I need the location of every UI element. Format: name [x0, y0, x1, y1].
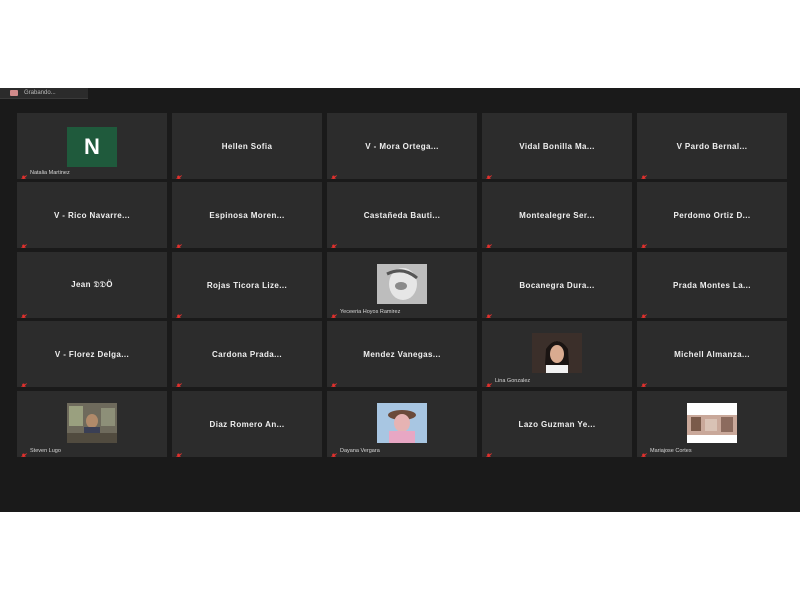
participant-name: Espinosa Moren...	[209, 210, 285, 220]
participant-name: Mendez Vanegas...	[363, 349, 441, 359]
microphone-muted-icon	[485, 308, 492, 318]
microphone-muted-icon	[175, 169, 182, 179]
microphone-muted-icon	[330, 377, 337, 387]
participant-name: Hellen Sofia	[221, 141, 273, 151]
avatar: N	[67, 127, 117, 167]
microphone-muted-icon	[175, 238, 182, 248]
participant-tile[interactable]: Lazo Guzman Ye...	[482, 391, 632, 457]
microphone-muted-icon	[20, 308, 27, 318]
microphone-muted-icon	[485, 169, 492, 179]
microphone-muted-icon	[485, 377, 492, 387]
participant-name: Jean 𝔇𝔇Ö	[71, 280, 113, 289]
participant-name: Michell Almanza...	[674, 349, 750, 359]
participant-name: Perdomo Ortiz D...	[673, 210, 751, 220]
recording-icon	[10, 90, 18, 96]
participant-name: Lina Gonzalez	[495, 378, 531, 384]
participant-video	[687, 403, 737, 443]
participant-tile[interactable]: Mendez Vanegas...	[327, 321, 477, 387]
participant-tile[interactable]: Perdomo Ortiz D...	[637, 182, 787, 248]
participant-name: Dayana Vergara	[340, 448, 380, 454]
participant-name: Cardona Prada...	[212, 349, 282, 359]
participant-name: Vidal Bonilla Ma...	[519, 141, 595, 151]
participant-tile[interactable]: V - Mora Ortega...	[327, 113, 477, 179]
participant-name: Bocanegra Dura...	[519, 280, 595, 290]
microphone-muted-icon	[640, 308, 647, 318]
participant-name: Mariajose Cortes	[650, 448, 692, 454]
participant-tile[interactable]: Jean 𝔇𝔇Ö	[17, 252, 167, 318]
participant-name: Lazo Guzman Ye...	[518, 419, 596, 429]
participant-tile[interactable]: Diaz Romero An...	[172, 391, 322, 457]
participant-name: Montealegre Ser...	[519, 210, 595, 220]
participant-tile[interactable]: Hellen Sofia	[172, 113, 322, 179]
participant-name: V - Mora Ortega...	[365, 141, 439, 151]
participant-tile[interactable]: Yeceeria Hoyos Ramirez	[327, 252, 477, 318]
microphone-muted-icon	[175, 447, 182, 457]
microphone-muted-icon	[330, 238, 337, 248]
participant-name: V - Rico Navarre...	[53, 210, 131, 220]
participant-video	[377, 403, 427, 443]
microphone-muted-icon	[20, 447, 27, 457]
microphone-muted-icon	[485, 238, 492, 248]
microphone-muted-icon	[330, 308, 337, 318]
microphone-muted-icon	[20, 377, 27, 387]
participant-video	[67, 403, 117, 443]
participant-tile[interactable]: Espinosa Moren...	[172, 182, 322, 248]
participant-name: Diaz Romero An...	[209, 419, 285, 429]
recording-tab-label: Grabando...	[24, 90, 56, 96]
microphone-muted-icon	[485, 447, 492, 457]
participant-tile[interactable]: V - Rico Navarre...	[17, 182, 167, 248]
microphone-muted-icon	[640, 169, 647, 179]
participant-name: Prada Montes La...	[673, 280, 751, 290]
participant-tile[interactable]: Prada Montes La...	[637, 252, 787, 318]
microphone-muted-icon	[20, 169, 27, 179]
recording-tab[interactable]: Grabando...	[0, 88, 88, 99]
participant-tile[interactable]: Michell Almanza...	[637, 321, 787, 387]
participant-tile[interactable]: Mariajose Cortes	[637, 391, 787, 457]
participant-tile[interactable]: Montealegre Ser...	[482, 182, 632, 248]
participant-video	[377, 264, 427, 304]
participant-video	[532, 333, 582, 373]
participant-name: V - Florez Delga...	[54, 349, 130, 359]
participant-tile[interactable]: Dayana Vergara	[327, 391, 477, 457]
participant-tile[interactable]: Bocanegra Dura...	[482, 252, 632, 318]
microphone-muted-icon	[175, 377, 182, 387]
participant-tile[interactable]: N Natalia Martinez	[17, 113, 167, 179]
participant-tile[interactable]: Lina Gonzalez	[482, 321, 632, 387]
participant-name: Castañeda Bauti...	[363, 210, 441, 220]
microphone-muted-icon	[330, 447, 337, 457]
participant-tile[interactable]: Vidal Bonilla Ma...	[482, 113, 632, 179]
zoom-gallery-window: Grabando... N Natalia Martinez Hellen Sofi…	[0, 88, 800, 512]
microphone-muted-icon	[640, 238, 647, 248]
microphone-muted-icon	[20, 238, 27, 248]
participant-tile[interactable]: Steven Lugo	[17, 391, 167, 457]
microphone-muted-icon	[175, 308, 182, 318]
participant-name: Rojas Ticora Lize...	[206, 280, 288, 290]
participant-tile[interactable]: V Pardo Bernal...	[637, 113, 787, 179]
participant-name: Steven Lugo	[30, 448, 61, 454]
microphone-muted-icon	[330, 169, 337, 179]
participant-name: Yeceeria Hoyos Ramirez	[340, 309, 401, 315]
microphone-muted-icon	[640, 447, 647, 457]
participant-name: Natalia Martinez	[30, 170, 70, 176]
participant-name: V Pardo Bernal...	[676, 141, 748, 151]
participant-tile[interactable]: Rojas Ticora Lize...	[172, 252, 322, 318]
participant-tile[interactable]: Cardona Prada...	[172, 321, 322, 387]
microphone-muted-icon	[640, 377, 647, 387]
participant-tile[interactable]: V - Florez Delga...	[17, 321, 167, 387]
participant-tile[interactable]: Castañeda Bauti...	[327, 182, 477, 248]
